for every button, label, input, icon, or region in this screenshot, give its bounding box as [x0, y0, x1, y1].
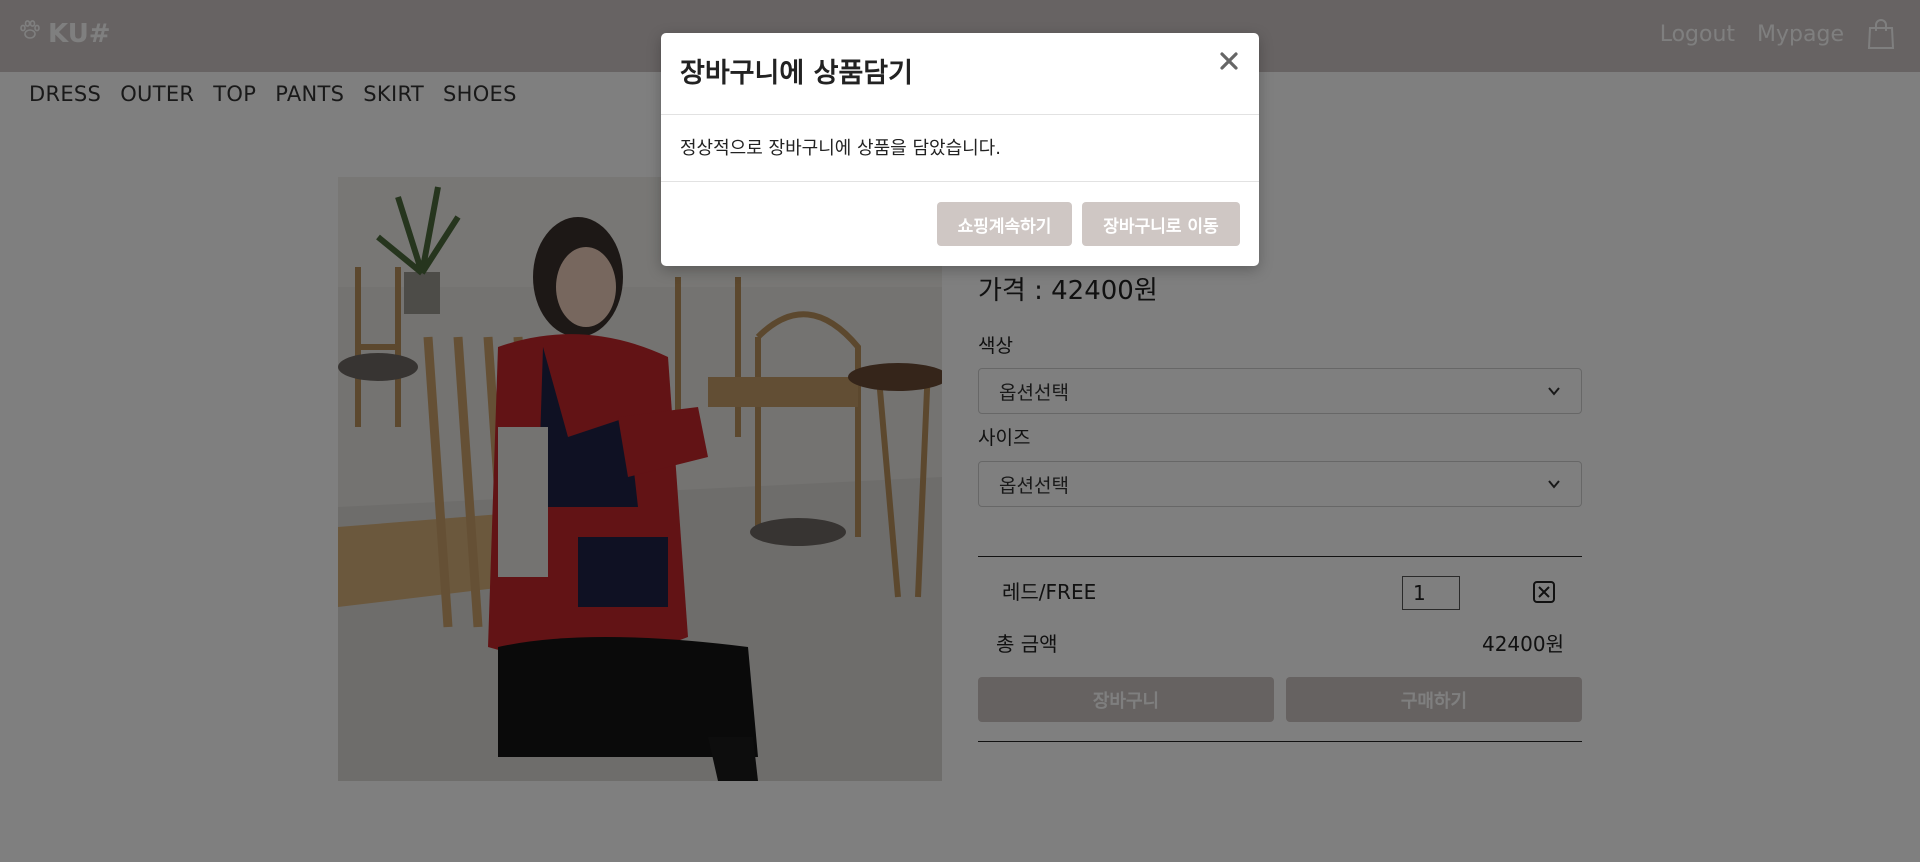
close-icon[interactable]: [1215, 47, 1243, 75]
modal-message: 정상적으로 장바구니에 상품을 담았습니다.: [680, 138, 1001, 159]
continue-shopping-button[interactable]: 쇼핑계속하기: [937, 202, 1072, 246]
add-to-cart-modal: 장바구니에 상품담기 정상적으로 장바구니에 상품을 담았습니다. 쇼핑계속하기…: [661, 33, 1259, 266]
modal-title: 장바구니에 상품담기: [680, 58, 913, 89]
modal-divider: [661, 181, 1259, 182]
modal-divider: [661, 114, 1259, 115]
go-to-cart-button[interactable]: 장바구니로 이동: [1082, 202, 1240, 246]
